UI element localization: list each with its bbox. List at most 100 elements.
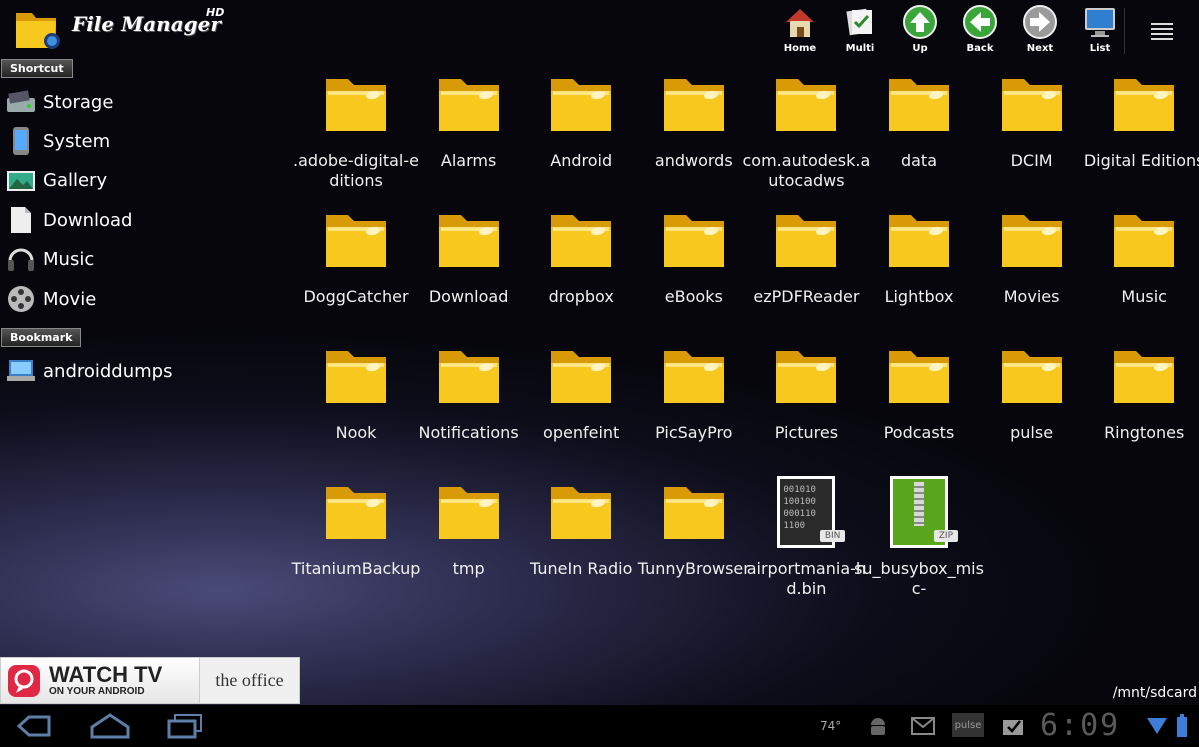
file-item[interactable]: pulse xyxy=(976,338,1088,468)
music-icon xyxy=(4,245,37,275)
nav-back-button[interactable] xyxy=(14,713,54,739)
folder-icon xyxy=(997,68,1067,140)
file-item[interactable]: Music xyxy=(1088,202,1199,332)
file-name: pulse xyxy=(1010,423,1054,442)
folder-icon xyxy=(321,476,391,548)
file-item[interactable]: TunnyBrowser xyxy=(638,474,750,604)
home-button[interactable]: Home xyxy=(770,2,830,60)
ad-show: the office xyxy=(199,658,299,703)
storage-icon xyxy=(4,87,37,117)
ad-watch-tv: WATCH TV ON YOUR ANDROID xyxy=(1,658,199,703)
file-name: Podcasts xyxy=(883,423,955,442)
file-name: Lightbox xyxy=(884,287,954,306)
file-item[interactable]: Alarms xyxy=(413,66,525,196)
folder-icon xyxy=(997,340,1067,412)
sidebar-item-label: Music xyxy=(43,249,95,271)
battery-icon xyxy=(1172,713,1192,739)
file-item[interactable]: ZIP su_busybox_misc- xyxy=(854,474,984,604)
folder-icon xyxy=(659,68,729,140)
file-name: com.autodesk.autocadws xyxy=(742,151,871,190)
ad-banner[interactable]: WATCH TV ON YOUR ANDROID the office xyxy=(0,657,300,704)
folder-icon xyxy=(659,476,729,548)
file-item[interactable]: Pictures xyxy=(750,338,862,468)
folder-icon xyxy=(1109,204,1179,276)
nav-home-button[interactable] xyxy=(88,711,132,741)
sidebar-item-storage[interactable]: Storage xyxy=(4,85,113,119)
file-item[interactable]: eBooks xyxy=(638,202,750,332)
folder-icon xyxy=(321,68,391,140)
toolbar: Home Multi Up Back Next List xyxy=(770,2,1130,60)
pulse-notification-icon[interactable]: pulse xyxy=(952,713,984,737)
file-name: data xyxy=(900,151,938,170)
bookmark-item-androiddumps[interactable]: androiddumps xyxy=(4,354,172,388)
folder-icon xyxy=(771,340,841,412)
folder-icon xyxy=(434,476,504,548)
up-arrow-icon xyxy=(900,2,940,42)
home-icon xyxy=(780,2,820,42)
folder-icon xyxy=(659,340,729,412)
back-button[interactable]: Back xyxy=(950,2,1010,60)
clock[interactable]: 6:09 xyxy=(1040,708,1120,743)
folder-icon xyxy=(1109,340,1179,412)
file-item[interactable]: data xyxy=(863,66,975,196)
monitor-icon xyxy=(1080,2,1120,42)
file-item[interactable]: ezPDFReader xyxy=(750,202,862,332)
list-view-button[interactable]: List xyxy=(1070,2,1130,60)
sidebar-item-label: Gallery xyxy=(43,170,108,192)
list-label: List xyxy=(1089,43,1111,54)
next-arrow-icon xyxy=(1020,2,1060,42)
file-item[interactable]: PicSayPro xyxy=(638,338,750,468)
file-item[interactable]: Download xyxy=(413,202,525,332)
sidebar-item-movie[interactable]: Movie xyxy=(4,282,96,316)
file-item[interactable]: tmp xyxy=(413,474,525,604)
file-name: Ringtones xyxy=(1104,423,1185,442)
file-item[interactable]: Ringtones xyxy=(1088,338,1199,468)
zip-file-icon: ZIP xyxy=(884,476,958,548)
sidebar-item-system[interactable]: System xyxy=(4,124,110,158)
binary-file-icon: 001010 100100 000110 1100 BIN xyxy=(771,476,846,548)
nav-recents-icon xyxy=(167,714,202,739)
file-name: openfeint xyxy=(543,423,620,442)
file-name: TuneIn Radio xyxy=(530,559,633,578)
file-item[interactable]: dropbox xyxy=(525,202,637,332)
file-item[interactable]: andwords xyxy=(638,66,750,196)
next-label: Next xyxy=(1026,43,1054,54)
sidebar-item-download[interactable]: Download xyxy=(4,203,132,237)
file-item[interactable]: openfeint xyxy=(525,338,637,468)
file-item[interactable]: Notifications xyxy=(413,338,525,468)
file-item[interactable]: .adobe-digital-editions xyxy=(293,66,419,196)
overflow-menu-button[interactable] xyxy=(1124,8,1199,54)
file-item[interactable]: Movies xyxy=(976,202,1088,332)
sidebar-item-gallery[interactable]: Gallery xyxy=(4,164,107,198)
file-item[interactable]: DCIM xyxy=(976,66,1088,196)
file-item[interactable]: Android xyxy=(525,66,637,196)
file-item[interactable]: TitaniumBackup xyxy=(292,474,420,604)
next-button[interactable]: Next xyxy=(1010,2,1070,60)
folder-icon xyxy=(546,68,616,140)
gmail-notification-icon[interactable] xyxy=(910,715,936,737)
file-item[interactable]: Lightbox xyxy=(863,202,975,332)
file-item[interactable]: com.autodesk.autocadws xyxy=(743,66,870,196)
file-item[interactable]: 001010 100100 000110 1100 BIN airportmania-hd… xyxy=(747,474,866,604)
file-item[interactable]: DoggCatcher xyxy=(300,202,412,332)
nav-recents-button[interactable] xyxy=(164,712,206,740)
file-name: airportmania-hd.bin xyxy=(746,559,867,598)
folder-icon xyxy=(546,204,616,276)
sidebar-item-music[interactable]: Music xyxy=(4,243,94,277)
folder-icon xyxy=(997,204,1067,276)
folder-icon xyxy=(434,204,504,276)
folder-icon xyxy=(1109,68,1179,140)
file-item[interactable]: TuneIn Radio xyxy=(525,474,637,604)
up-button[interactable]: Up xyxy=(890,2,950,60)
task-notification-icon[interactable] xyxy=(1000,713,1026,737)
file-name: tmp xyxy=(452,559,485,578)
folder-icon xyxy=(771,68,841,140)
multi-button[interactable]: Multi xyxy=(830,2,890,60)
file-item[interactable]: Digital Editions xyxy=(1084,66,1199,196)
home-label: Home xyxy=(783,43,817,54)
folder-icon xyxy=(546,340,616,412)
ad-subline: ON YOUR ANDROID xyxy=(49,685,145,697)
file-item[interactable]: Nook xyxy=(300,338,412,468)
file-name: Android xyxy=(550,151,613,170)
file-item[interactable]: Podcasts xyxy=(863,338,975,468)
